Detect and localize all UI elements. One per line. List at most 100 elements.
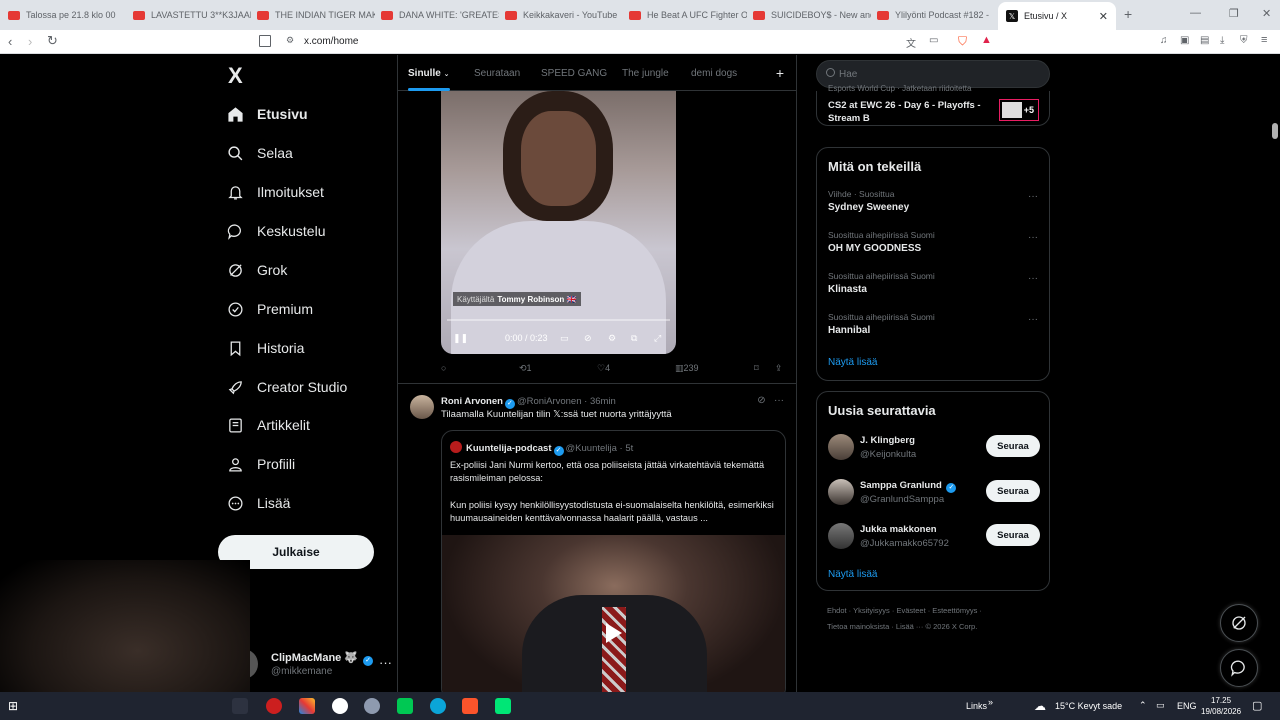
sidebar-item-home[interactable]: Etusivu — [226, 105, 308, 123]
trend-item[interactable]: Suosittua aihepiirissä Suomi OH MY GOODNE… — [828, 230, 1038, 254]
trend-item[interactable]: Suosittua aihepiirissä Suomi Hannibal ··· — [828, 312, 1038, 336]
browser-tab[interactable]: LAVASTETTU 3**K3JAAL — [133, 4, 251, 26]
show-more-follow-link[interactable]: Näytä lisää — [828, 569, 877, 580]
edge-icon[interactable] — [430, 698, 446, 714]
close-window-icon[interactable]: ✕ — [1262, 7, 1271, 20]
network-icon[interactable]: ▭ — [1156, 700, 1165, 711]
maximize-icon[interactable]: ❐ — [1229, 7, 1239, 20]
more-dots-icon[interactable]: ··· — [1028, 314, 1038, 325]
browser-tab[interactable]: Ylilyönti Podcast #182 - — [877, 4, 995, 26]
page-scrollbar[interactable] — [1272, 123, 1278, 139]
browser-tab[interactable]: DANA WHITE: 'GREATES — [381, 4, 499, 26]
more-dots-icon[interactable]: ··· — [379, 655, 392, 670]
weather-text[interactable]: 15°C Kevyt sade — [1055, 701, 1122, 711]
pause-icon[interactable]: ❚❚ — [453, 333, 468, 344]
sidebar-item-notifications[interactable]: Ilmoitukset — [226, 183, 324, 201]
app-icon[interactable] — [495, 698, 511, 714]
sidebar-item-grok[interactable]: Grok — [226, 261, 287, 279]
app-icon[interactable] — [364, 698, 380, 714]
browser-tab[interactable]: Keikkakaveri - YouTube — [505, 4, 623, 26]
sidebar-item-explore[interactable]: Selaa — [226, 144, 293, 162]
messages-float-button[interactable] — [1220, 649, 1258, 687]
tab-list-demi-dogs[interactable]: demi dogs — [691, 68, 737, 79]
share-icon[interactable]: ⇪ — [775, 363, 783, 374]
tray-chevron-icon[interactable]: ⌃ — [1139, 700, 1147, 711]
site-info-icon[interactable]: ⚙ — [286, 35, 294, 46]
translate-icon[interactable]: 文 — [906, 35, 916, 50]
settings-icon[interactable]: ⚙ — [608, 333, 616, 344]
sidebar-item-more[interactable]: Lisää — [226, 494, 290, 512]
play-icon[interactable] — [606, 623, 622, 643]
url-field[interactable]: x.com/home — [304, 36, 358, 47]
more-dots-icon[interactable]: ··· — [774, 395, 784, 406]
tab-for-you[interactable]: Sinulle ⌄ — [408, 68, 449, 79]
back-icon[interactable]: ‹ — [8, 34, 12, 49]
grok-icon[interactable]: ⊘ — [757, 395, 765, 406]
cast-icon[interactable]: ▭ — [929, 35, 938, 46]
event-card[interactable]: Esports World Cup · Jatketaan riidoitett… — [816, 84, 1050, 126]
browser-tab[interactable]: He Beat A UFC Fighter O — [629, 4, 747, 26]
captions-icon[interactable]: ▭ — [560, 333, 569, 344]
browser-tab[interactable]: THE INDIAN TIGER MAKE — [257, 4, 375, 26]
like-button[interactable]: ♡ 4 — [597, 363, 610, 374]
start-icon[interactable]: ⊞ — [8, 699, 18, 713]
quoted-tweet[interactable]: Kuuntelija-podcast ✓ @Kuuntelija · 5t Ex-p… — [441, 430, 786, 692]
quote-video[interactable] — [442, 535, 785, 692]
new-tab-icon[interactable]: + — [1124, 6, 1132, 22]
more-dots-icon[interactable]: ··· — [1028, 273, 1038, 284]
footer-links[interactable]: Ehdot · Yksityisyys · Evästeet · Esteett… — [827, 606, 982, 615]
brave-icon[interactable] — [462, 698, 478, 714]
opera-icon[interactable] — [266, 698, 282, 714]
mute-icon[interactable]: ⊘ — [584, 333, 592, 344]
notifications-icon[interactable]: ▢ — [1252, 699, 1262, 712]
menu-icon[interactable]: ≡ — [1261, 34, 1267, 46]
sidebar-item-messages[interactable]: Keskustelu — [226, 222, 325, 240]
browser-tab[interactable]: SUICIDEBOY$ - New and — [753, 4, 871, 26]
links-toolbar[interactable]: Links — [966, 701, 987, 711]
download-icon[interactable]: ⤓ — [1220, 35, 1224, 46]
trend-item[interactable]: Suosittua aihepiirissä Suomi Klinasta ··· — [828, 271, 1038, 295]
browser-tab[interactable]: Talossa pe 21.8 klo 00 — [8, 4, 126, 26]
sidebar-item-profile[interactable]: Profiili — [226, 455, 295, 473]
more-dots-icon[interactable]: ··· — [1028, 232, 1038, 243]
media-icon[interactable]: ♫ — [1160, 35, 1168, 46]
reply-icon[interactable]: ○ — [441, 363, 446, 373]
forward-icon[interactable]: › — [28, 34, 32, 49]
brave-shield-icon[interactable]: ⛉ — [958, 34, 967, 49]
follow-button[interactable]: Seuraa — [986, 524, 1040, 546]
tab-list-speed-gang[interactable]: SPEED GANG — [541, 68, 607, 79]
language-indicator[interactable]: ENG — [1177, 701, 1197, 711]
task-view-icon[interactable] — [232, 698, 248, 714]
tweet[interactable]: Roni Arvonen ✓ @RoniArvonen · 36min ⊘ ··· … — [398, 385, 796, 692]
views-button[interactable]: ▥ 239 — [675, 363, 699, 374]
bookmark-tweet-icon[interactable]: ⌑ — [754, 363, 759, 374]
sidebar-toggle-icon[interactable]: ▣ — [1180, 35, 1189, 46]
follow-button[interactable]: Seuraa — [986, 435, 1040, 457]
chrome-icon[interactable] — [332, 698, 348, 714]
app-icon[interactable] — [299, 698, 315, 714]
sidebar-item-bookmarks[interactable]: Historia — [226, 339, 304, 357]
pip-icon[interactable]: ⧉ — [631, 333, 637, 344]
brave-rewards-icon[interactable]: ▲ — [981, 34, 992, 46]
tab-following[interactable]: Seurataan — [474, 68, 520, 79]
chevron-right-icon[interactable]: » — [988, 697, 993, 707]
minimize-icon[interactable]: — — [1190, 7, 1201, 19]
grok-float-button[interactable] — [1220, 604, 1258, 642]
reload-icon[interactable]: ↻ — [47, 33, 58, 49]
x-logo-icon[interactable]: X — [228, 63, 243, 89]
follow-suggestion[interactable]: Samppa Granlund ✓ @GranlundSamppa Seuraa — [828, 477, 1040, 511]
retweet-button[interactable]: ⟲ 1 — [519, 363, 532, 374]
follow-suggestion[interactable]: J. Klingberg @Keijonkulta Seuraa — [828, 432, 1040, 466]
video-player[interactable]: Käyttäjältä Tommy Robinson 🇬🇧 ❚❚ 0:00 / 0… — [441, 91, 676, 354]
account-switcher[interactable]: ClipMacMane 🐺 ✓ @mikkemane ··· — [228, 645, 398, 685]
follow-button[interactable]: Seuraa — [986, 480, 1040, 502]
wallet-icon[interactable]: ▤ — [1200, 35, 1209, 46]
tab-list-the-jungle[interactable]: The jungle — [622, 68, 669, 79]
video-progress-bar[interactable] — [447, 319, 670, 321]
vpn-icon[interactable]: ⛨ — [1240, 35, 1248, 46]
more-dots-icon[interactable]: ··· — [1028, 191, 1038, 202]
app-icon[interactable] — [397, 698, 413, 714]
follow-suggestion[interactable]: Jukka makkonen @Jukkamakko65792 Seuraa — [828, 521, 1040, 555]
sidebar-item-premium[interactable]: Premium — [226, 300, 313, 318]
footer-links[interactable]: Tietoa mainoksista · Lisää ··· © 2026 X … — [827, 622, 977, 631]
